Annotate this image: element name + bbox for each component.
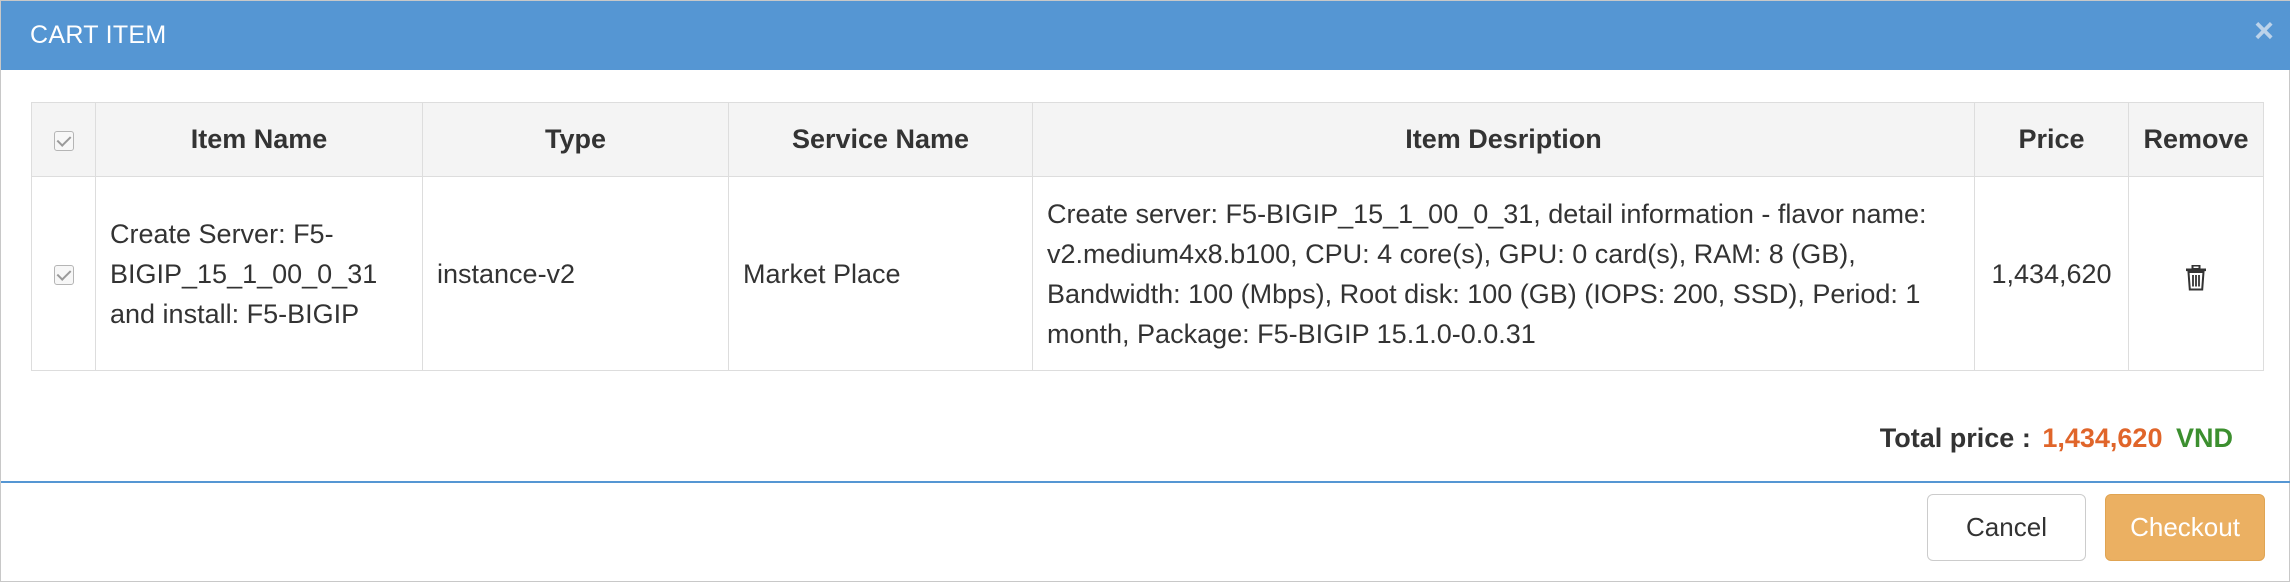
total-price-label: Total price :: [1879, 423, 2031, 453]
trash-icon[interactable]: [2185, 262, 2207, 291]
total-price: Total price : 1,434,620 VND: [1880, 423, 2233, 454]
total-price-value: 1,434,620: [2042, 423, 2163, 453]
checkout-button[interactable]: Checkout: [2105, 494, 2265, 561]
total-price-currency: VND: [2175, 423, 2233, 453]
header-item-name: Item Name: [95, 102, 423, 177]
row-checkbox[interactable]: [53, 265, 74, 286]
remove-cell: [2128, 176, 2264, 371]
header-service-name: Service Name: [728, 102, 1033, 177]
cart-item-modal: CART ITEM × Item Name Type Service Name …: [0, 0, 2290, 582]
type-cell: instance-v2: [422, 176, 729, 371]
header-remove: Remove: [2128, 102, 2264, 177]
select-all-checkbox[interactable]: [53, 130, 74, 151]
select-all-checkbox-cell[interactable]: [31, 102, 96, 177]
header-type: Type: [422, 102, 729, 177]
item-description-cell: Create server: F5-BIGIP_15_1_00_0_31, de…: [1032, 176, 1975, 371]
service-name-cell: Market Place: [728, 176, 1033, 371]
footer-divider: [1, 481, 2290, 483]
cancel-button[interactable]: Cancel: [1927, 494, 2086, 561]
table-row: Create Server: F5-BIGIP_15_1_00_0_31 and…: [31, 176, 2264, 371]
row-checkbox-cell[interactable]: [31, 176, 96, 371]
close-icon[interactable]: ×: [2249, 13, 2279, 49]
header-price: Price: [1974, 102, 2129, 177]
modal-header: CART ITEM ×: [1, 1, 2290, 70]
table-header-row: Item Name Type Service Name Item Desript…: [31, 102, 2264, 177]
cart-table: Item Name Type Service Name Item Desript…: [31, 102, 2264, 371]
price-cell: 1,434,620: [1974, 176, 2129, 371]
modal-title: CART ITEM: [30, 21, 167, 49]
item-name-cell: Create Server: F5-BIGIP_15_1_00_0_31 and…: [95, 176, 423, 371]
header-item-description: Item Desription: [1032, 102, 1975, 177]
